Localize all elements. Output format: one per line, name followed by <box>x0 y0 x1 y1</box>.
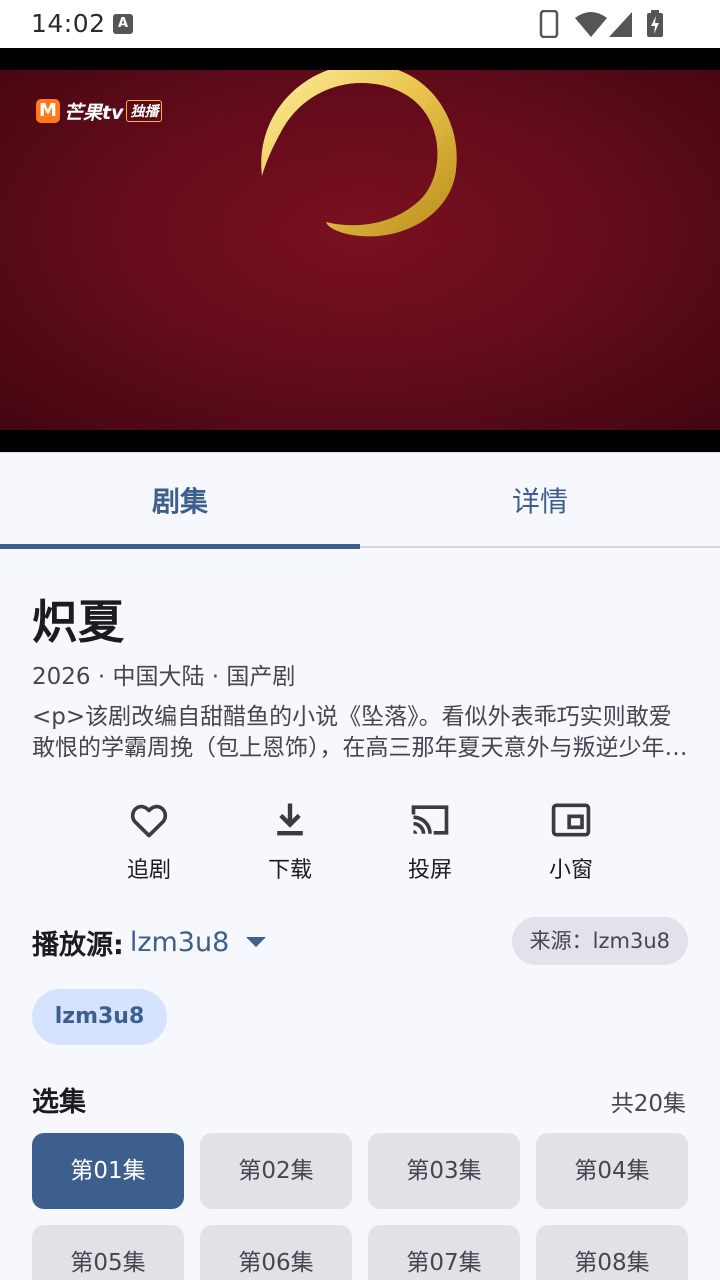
video-frame[interactable]: M 芒果tv 独播 <box>0 70 720 430</box>
episode-button[interactable]: 第06集 <box>200 1225 352 1280</box>
episode-button[interactable]: 第01集 <box>32 1133 184 1209</box>
follow-label: 追剧 <box>126 858 171 883</box>
download-button[interactable]: 下载 <box>235 798 345 884</box>
line-chip[interactable]: lzm3u8 <box>32 989 167 1045</box>
status-bar: 14:02 A <box>0 0 720 48</box>
episode-count: 共20集 <box>610 1091 686 1117</box>
signal-icon <box>609 12 632 37</box>
wifi-icon <box>575 12 607 37</box>
phone-icon <box>539 10 559 38</box>
source-chip[interactable]: 来源：lzm3u8 <box>511 917 688 965</box>
follow-button[interactable]: 追剧 <box>94 798 204 884</box>
download-icon <box>277 803 303 836</box>
mango-logo-m: M <box>36 99 60 123</box>
show-description[interactable]: <p>该剧改编自甜醋鱼的小说《坠落》。看似外表乖巧实则敢爱敢恨的学霸周挽（包上恩… <box>32 702 688 764</box>
mango-logo-text: 芒果tv <box>64 101 124 124</box>
status-time: 14:02 <box>31 9 106 38</box>
video-player[interactable]: M 芒果tv 独播 <box>0 48 720 452</box>
episode-button[interactable]: 第02集 <box>200 1133 352 1209</box>
tab-episodes[interactable]: 剧集 <box>0 453 360 549</box>
episode-button[interactable]: 第08集 <box>536 1225 688 1280</box>
tab-indicator <box>0 544 360 549</box>
battery-charging-icon <box>647 10 663 37</box>
show-title: 炽夏 <box>32 595 124 649</box>
cast-icon <box>411 805 449 835</box>
source-value[interactable]: lzm3u8 <box>130 927 229 958</box>
tab-bar: 剧集 详情 <box>0 452 720 549</box>
episode-button[interactable]: 第04集 <box>536 1133 688 1209</box>
cast-button[interactable]: 投屏 <box>375 798 485 884</box>
show-meta: 2026 · 中国大陆 · 国产剧 <box>32 664 296 690</box>
tab-details[interactable]: 详情 <box>360 453 720 549</box>
dropdown-caret-icon[interactable] <box>245 935 267 949</box>
notification-icon: A <box>113 14 133 34</box>
picture-in-picture-icon <box>551 803 591 837</box>
download-label: 下载 <box>267 858 312 883</box>
gold-brush-ring <box>261 70 457 237</box>
mini-window-button[interactable]: 小窗 <box>516 798 626 884</box>
episode-button[interactable]: 第03集 <box>368 1133 520 1209</box>
exclusive-badge: 独播 <box>126 100 163 122</box>
cast-label: 投屏 <box>407 858 452 883</box>
heart-icon <box>130 804 168 838</box>
source-label: 播放源: <box>32 929 124 961</box>
episode-section-title: 选集 <box>32 1087 86 1118</box>
episode-button[interactable]: 第07集 <box>368 1225 520 1280</box>
mini-window-label: 小窗 <box>548 858 593 883</box>
source-selector[interactable]: 播放源: lzm3u8 <box>32 922 267 962</box>
episode-button[interactable]: 第05集 <box>32 1225 184 1280</box>
mango-tv-logo: M 芒果tv 独播 <box>36 98 163 124</box>
